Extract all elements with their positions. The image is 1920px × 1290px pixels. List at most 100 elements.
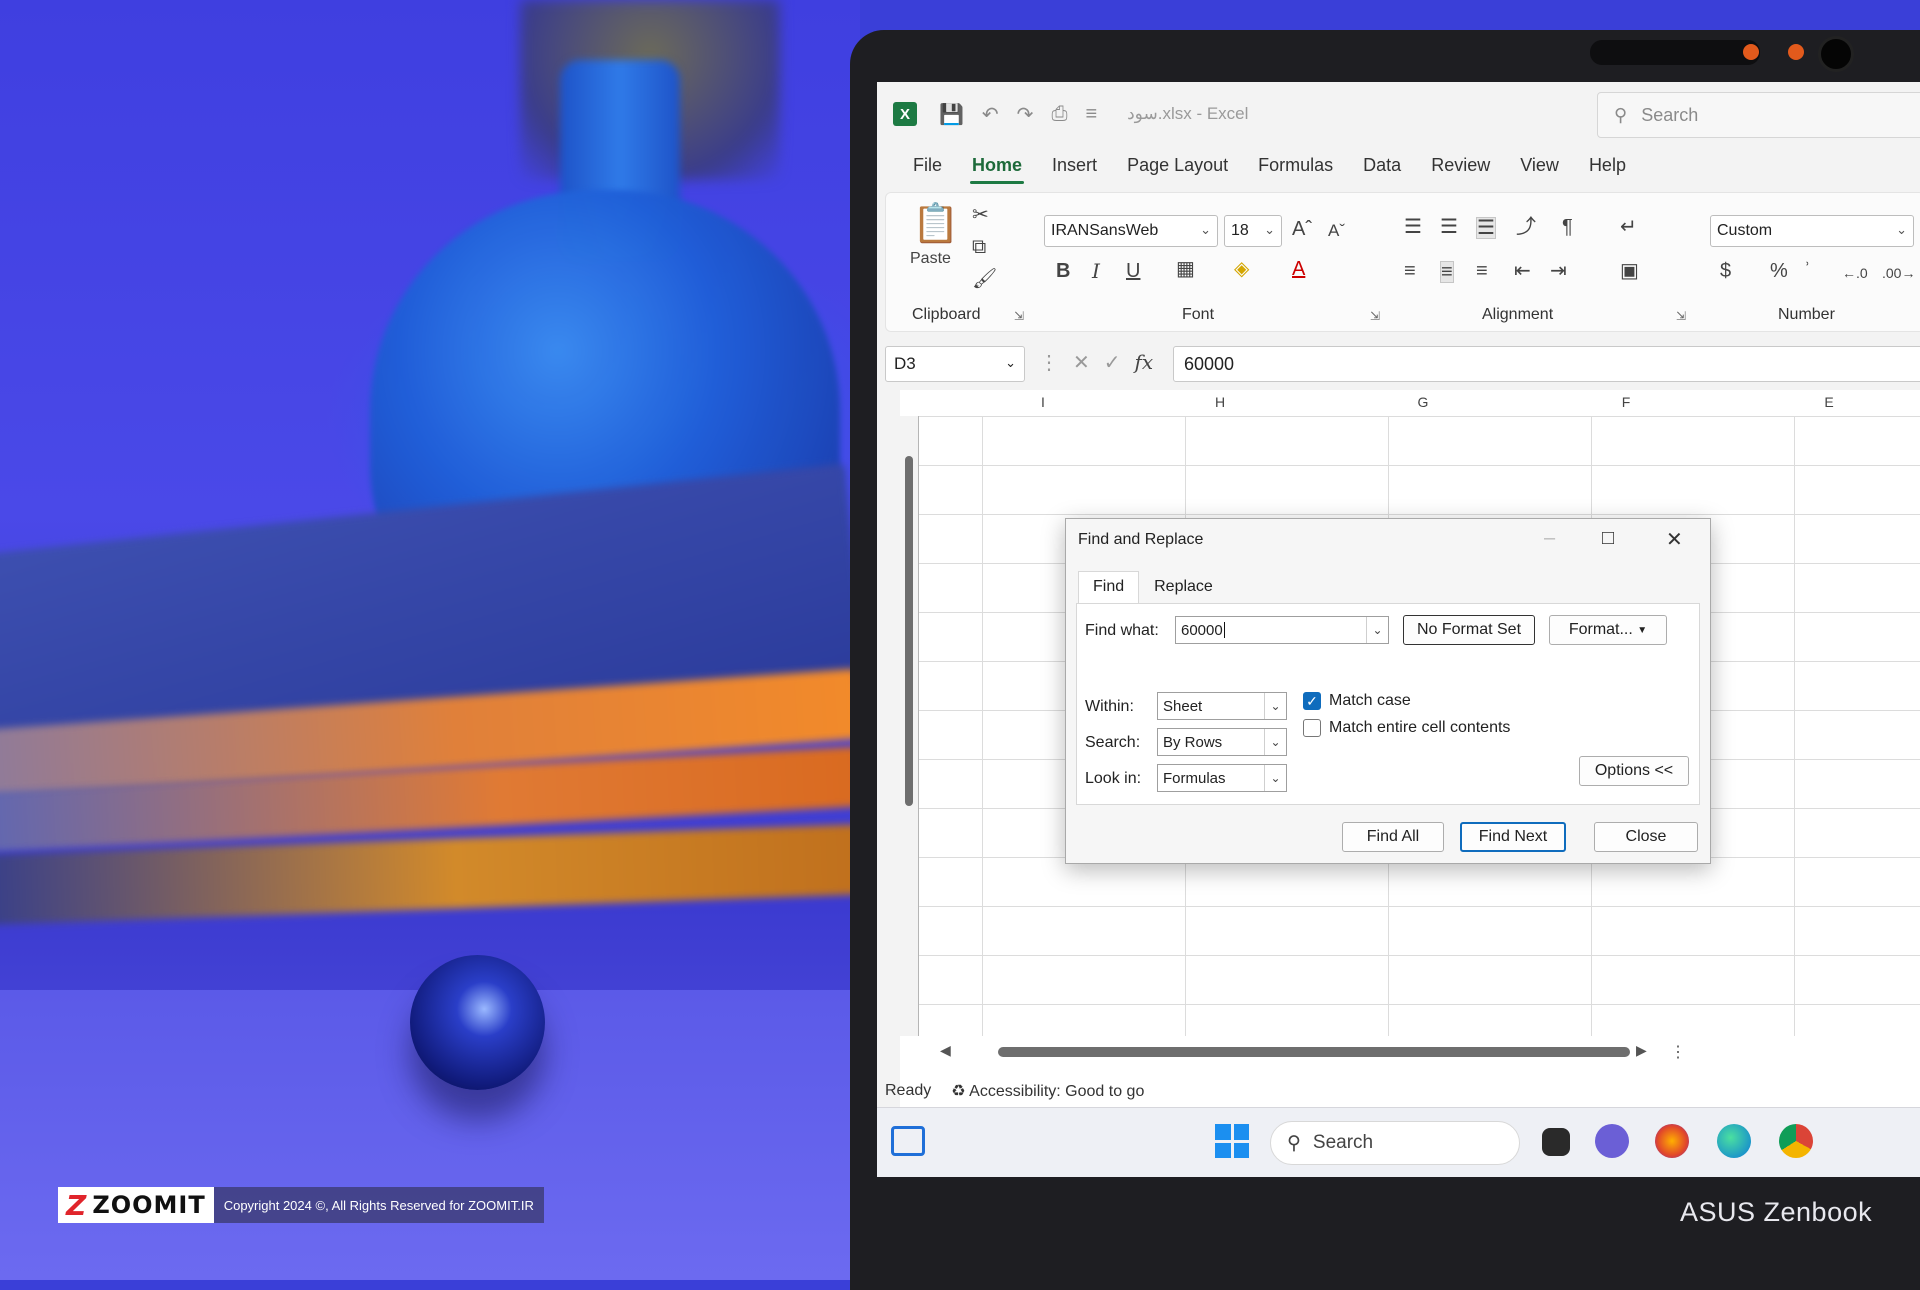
close-button[interactable]: Close	[1594, 822, 1698, 852]
tab-find[interactable]: Find	[1078, 571, 1140, 603]
increase-indent-icon[interactable]: ⇥	[1550, 261, 1567, 281]
find-all-button[interactable]: Find All	[1342, 822, 1444, 852]
increase-font-icon[interactable]: Aˆ	[1292, 219, 1312, 239]
insert-function-icon[interactable]: fx	[1135, 350, 1154, 375]
scroll-left-icon[interactable]: ◀	[940, 1042, 951, 1059]
comma-style-icon[interactable]: ʾ	[1804, 261, 1811, 281]
group-clipboard: Clipboard	[912, 306, 981, 323]
match-entire-checkbox[interactable]	[1303, 719, 1321, 737]
format-button[interactable]: Format... ▼	[1549, 615, 1667, 645]
column-header[interactable]: F	[1596, 390, 1656, 414]
decrease-indent-icon[interactable]: ⇤	[1514, 261, 1531, 281]
close-icon[interactable]: ✕	[1666, 527, 1683, 552]
tab-data[interactable]: Data	[1351, 149, 1413, 186]
redo-icon[interactable]: ↷	[1017, 102, 1034, 127]
font-size-box[interactable]: 18 ⌄	[1224, 215, 1282, 247]
title-search[interactable]: ⚲ Search	[1597, 92, 1920, 138]
align-center-icon[interactable]: ≡	[1440, 261, 1454, 283]
tab-replace[interactable]: Replace	[1139, 571, 1228, 603]
task-view-icon[interactable]	[1542, 1128, 1570, 1156]
scroll-right-icon[interactable]: ▶	[1636, 1042, 1647, 1059]
tab-file[interactable]: File	[901, 149, 954, 186]
align-left-icon[interactable]: ≡	[1404, 261, 1416, 281]
tab-home[interactable]: Home	[960, 149, 1034, 186]
tab-view[interactable]: View	[1508, 149, 1571, 186]
accessibility-status[interactable]: ♻ Accessibility: Good to go	[951, 1081, 1144, 1101]
column-header[interactable]: E	[1799, 390, 1859, 414]
find-next-button[interactable]: Find Next	[1460, 822, 1566, 852]
tab-formulas[interactable]: Formulas	[1246, 149, 1345, 186]
dialog-launcher-icon[interactable]: ⇲	[1014, 309, 1024, 323]
font-name-value: IRANSansWeb	[1051, 222, 1159, 239]
look-in-select[interactable]: Formulas ⌄	[1157, 764, 1287, 792]
match-case-label[interactable]: Match case	[1329, 692, 1411, 710]
chevron-down-icon[interactable]: ⌄	[1366, 617, 1388, 643]
options-button[interactable]: Options <<	[1579, 756, 1689, 786]
vertical-scroll-thumb[interactable]	[905, 456, 913, 806]
vertical-scrollbar[interactable]	[900, 416, 918, 1036]
column-header[interactable]: G	[1393, 390, 1453, 414]
format-painter-icon[interactable]: 🖌	[972, 269, 997, 289]
bottom-align-icon[interactable]: ☰	[1476, 217, 1496, 239]
decrease-decimal-icon[interactable]: .00→	[1882, 263, 1915, 283]
orientation-icon[interactable]: ⤴	[1516, 217, 1536, 237]
find-what-input[interactable]: 60000 ⌄	[1175, 616, 1389, 644]
column-header[interactable]: H	[1190, 390, 1250, 414]
within-select[interactable]: Sheet ⌄	[1157, 692, 1287, 720]
more-icon[interactable]: ⋮	[1039, 350, 1059, 375]
teams-chat-icon[interactable]	[1595, 1124, 1629, 1158]
merge-center-icon[interactable]: ▣	[1620, 261, 1639, 281]
more-icon[interactable]: ⋮	[1670, 1042, 1686, 1062]
name-box[interactable]: D3 ⌄	[885, 346, 1025, 382]
middle-align-icon[interactable]: ☰	[1440, 217, 1458, 237]
fill-color-icon[interactable]: ◈	[1234, 259, 1249, 279]
copy-icon[interactable]: ⧉	[972, 237, 986, 257]
italic-icon[interactable]: I	[1092, 261, 1100, 281]
no-format-set-button[interactable]: No Format Set	[1403, 615, 1535, 645]
minimize-icon[interactable]: –	[1544, 527, 1555, 550]
search-select[interactable]: By Rows ⌄	[1157, 728, 1287, 756]
font-name-box[interactable]: IRANSansWeb ⌄	[1044, 215, 1218, 247]
paste-icon[interactable]: 📋	[912, 205, 959, 243]
number-format-box[interactable]: Custom ⌄	[1710, 215, 1914, 247]
rtl-direction-icon[interactable]: ¶	[1562, 217, 1573, 237]
paste-label[interactable]: Paste	[910, 249, 951, 269]
horizontal-scroll-thumb[interactable]	[998, 1047, 1630, 1057]
underline-icon[interactable]: U	[1126, 261, 1140, 281]
windows-start-icon[interactable]	[1215, 1124, 1249, 1158]
match-case-checkbox[interactable]: ✓	[1303, 692, 1321, 710]
enter-icon[interactable]: ✓	[1104, 350, 1121, 375]
borders-icon[interactable]: ▦	[1176, 259, 1195, 279]
font-color-icon[interactable]: A	[1292, 259, 1305, 279]
currency-icon[interactable]: $	[1720, 261, 1731, 281]
decrease-font-icon[interactable]: Aˇ	[1328, 221, 1345, 241]
wrap-text-icon[interactable]: ↵	[1620, 217, 1637, 237]
dialog-launcher-icon[interactable]: ⇲	[1676, 309, 1686, 323]
maximize-icon[interactable]: □	[1602, 527, 1614, 550]
cancel-icon[interactable]: ✕	[1073, 350, 1090, 375]
align-right-icon[interactable]: ≡	[1476, 261, 1488, 281]
firefox-icon[interactable]	[1655, 1124, 1689, 1158]
tab-help[interactable]: Help	[1577, 149, 1638, 186]
tab-insert[interactable]: Insert	[1040, 149, 1109, 186]
increase-decimal-icon[interactable]: ←.0	[1842, 263, 1868, 283]
column-header[interactable]: I	[1013, 390, 1073, 414]
tab-review[interactable]: Review	[1419, 149, 1502, 186]
percent-icon[interactable]: %	[1770, 261, 1788, 281]
top-align-icon[interactable]: ☰	[1404, 217, 1422, 237]
save-icon[interactable]: 💾	[939, 102, 964, 127]
formula-bar[interactable]: 60000	[1173, 346, 1920, 382]
tab-page-layout[interactable]: Page Layout	[1115, 149, 1240, 186]
undo-icon[interactable]: ↶	[982, 102, 999, 127]
chrome-icon[interactable]	[1779, 1124, 1813, 1158]
match-entire-label[interactable]: Match entire cell contents	[1329, 719, 1510, 737]
dialog-launcher-icon[interactable]: ⇲	[1370, 309, 1380, 323]
bold-icon[interactable]: B	[1056, 261, 1070, 281]
customize-qat-icon[interactable]: ≡	[1085, 103, 1097, 126]
cut-icon[interactable]: ✂	[972, 205, 989, 225]
taskbar-search[interactable]: ⚲ Search	[1270, 1121, 1520, 1165]
print-icon[interactable]: ⎙	[1051, 103, 1067, 126]
edge-icon[interactable]	[1717, 1124, 1751, 1158]
horizontal-scrollbar[interactable]: ◀ ▶ ⋮	[900, 1040, 1920, 1064]
widgets-icon[interactable]	[891, 1126, 925, 1156]
